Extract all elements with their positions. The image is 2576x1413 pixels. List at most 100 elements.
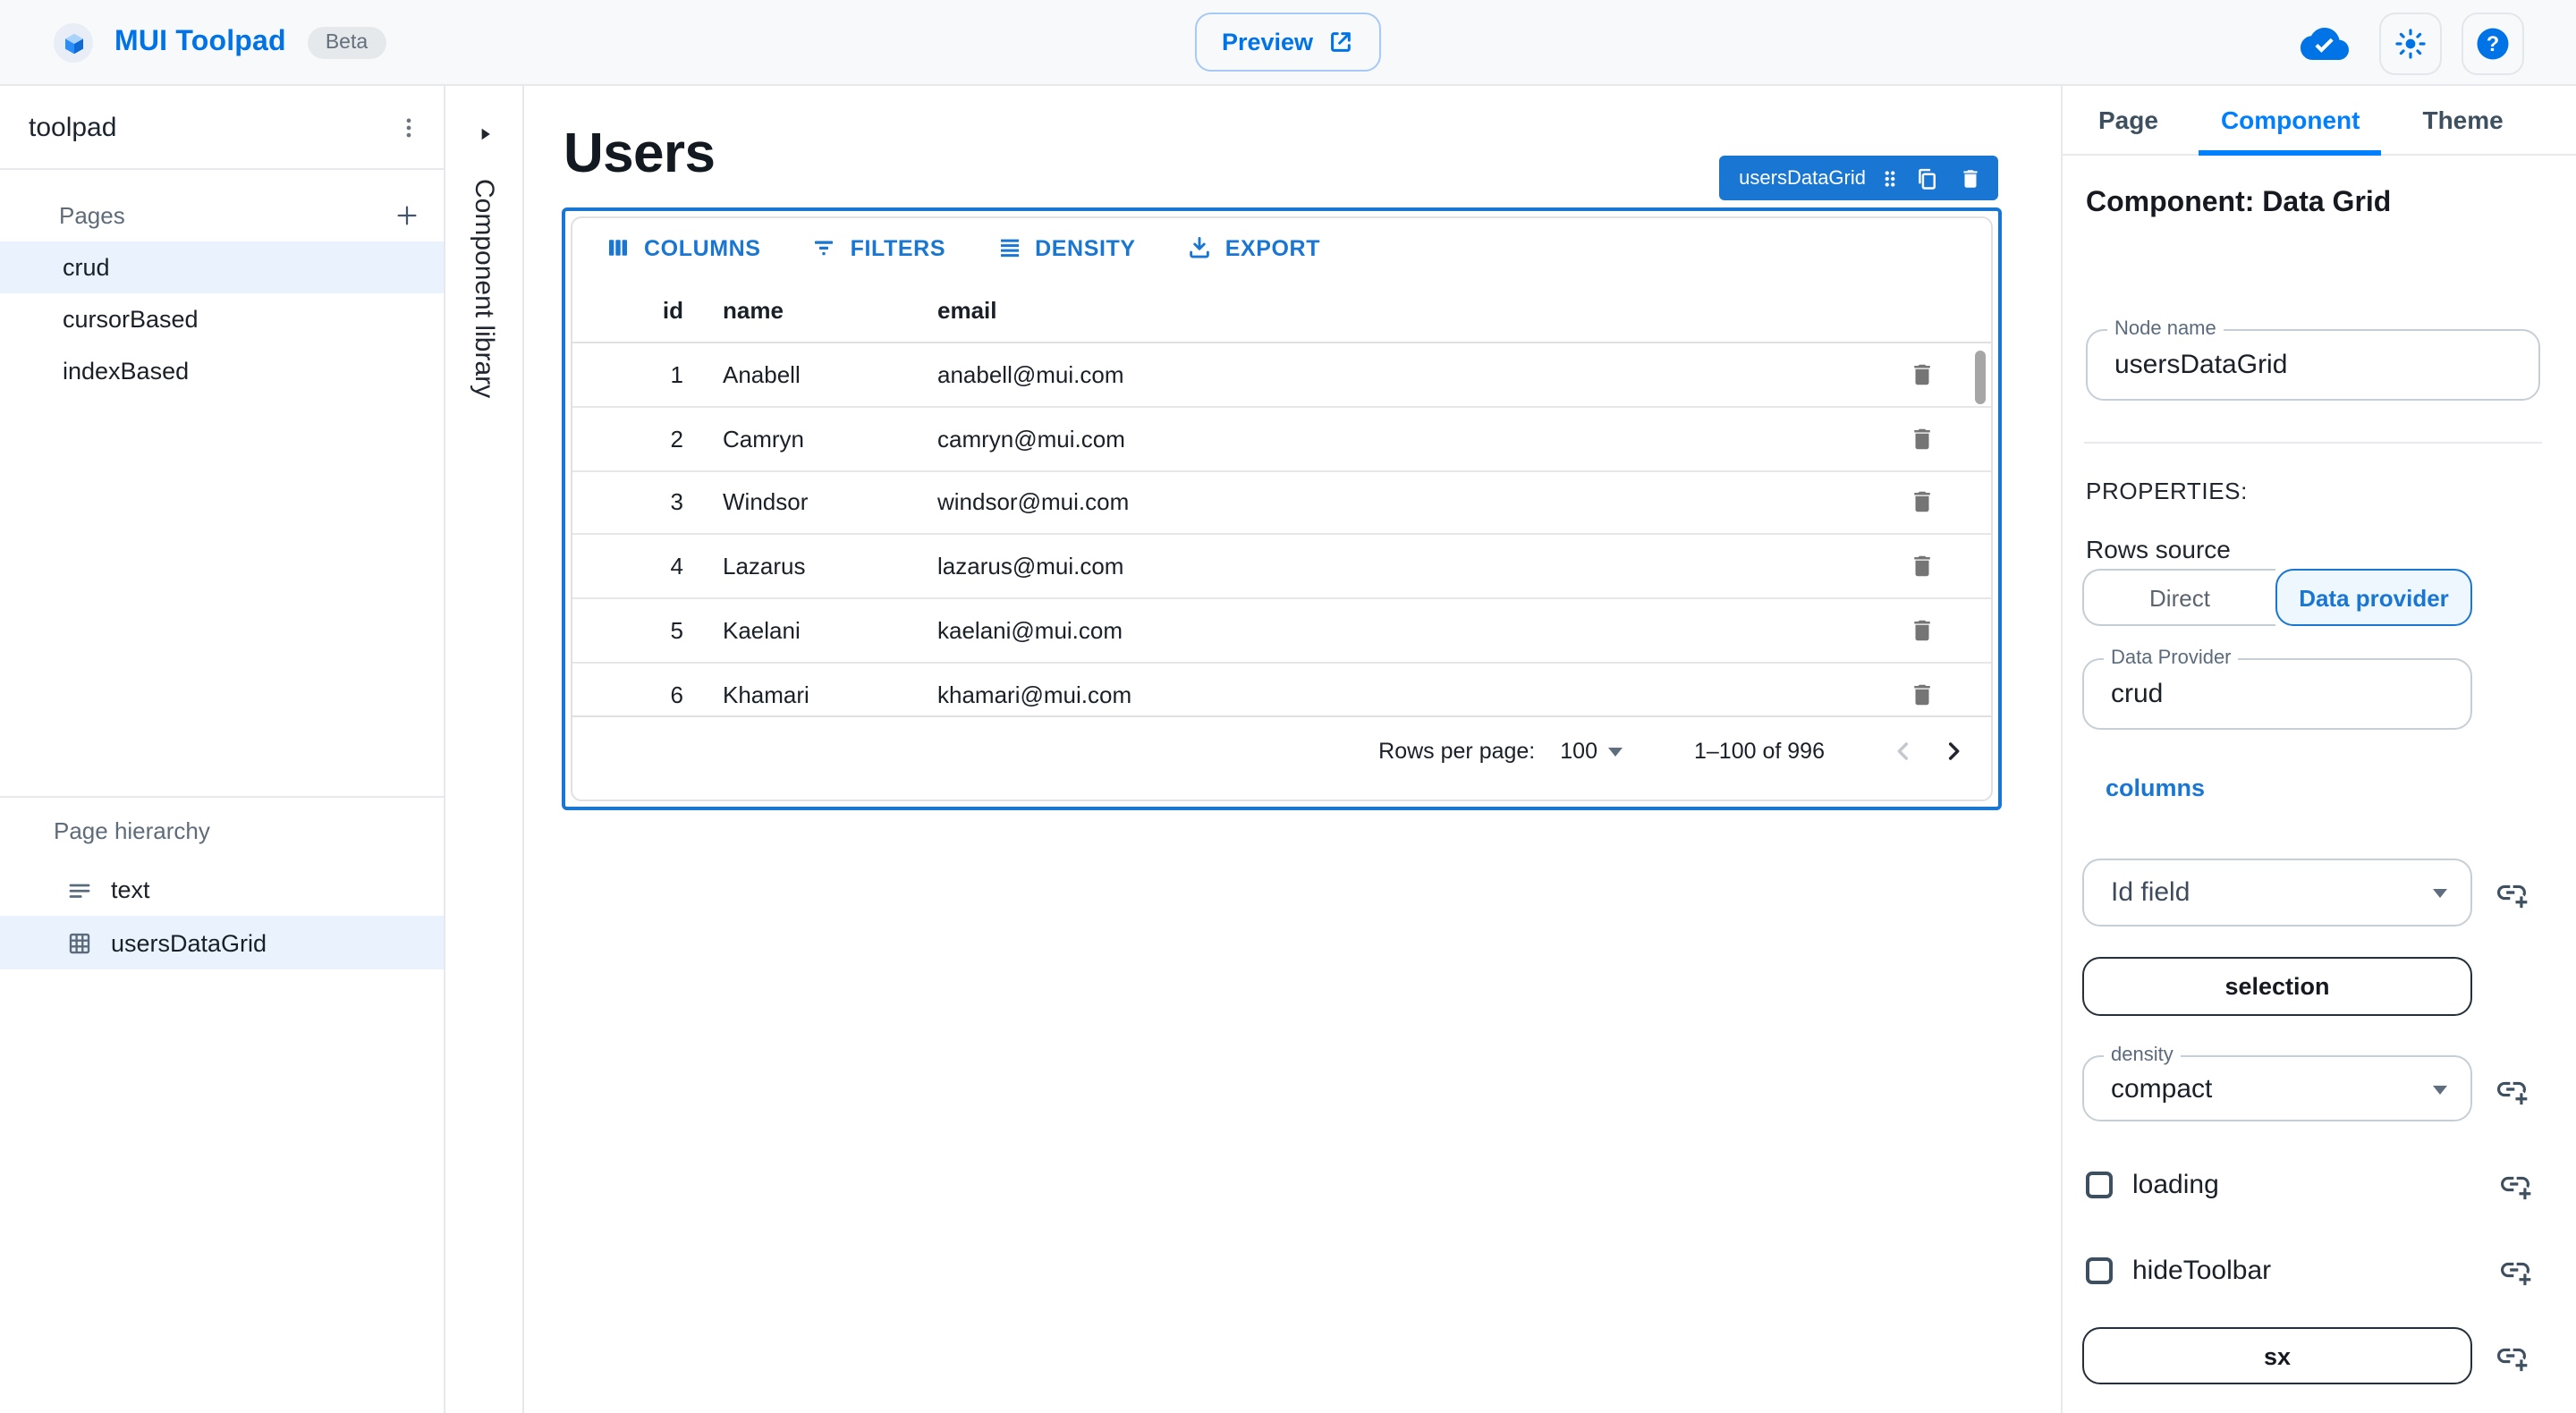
selection-row: selection — [2082, 957, 2544, 1016]
cell-id: 4 — [572, 554, 683, 580]
column-header-id[interactable]: id — [572, 296, 683, 323]
delete-row-icon[interactable] — [1909, 361, 1936, 388]
table-row[interactable]: 3 Windsor windsor@mui.com — [572, 471, 1991, 536]
rows-per-page-label: Rows per page: — [1378, 739, 1535, 764]
chevron-down-icon — [1608, 747, 1623, 756]
hierarchy-node-usersdatagrid[interactable]: usersDataGrid — [0, 916, 444, 969]
bind-id-field-icon[interactable] — [2494, 875, 2529, 910]
pages-label: Pages — [59, 201, 125, 228]
hide-toolbar-label: hideToolbar — [2132, 1255, 2271, 1285]
explorer-sidebar: toolpad Pages crud cursorBased indexBase… — [0, 86, 445, 1413]
cell-email: windsor@mui.com — [937, 489, 1909, 516]
table-row[interactable]: 4 Lazarus lazarus@mui.com — [572, 536, 1991, 600]
grid-scrollbar[interactable] — [1975, 351, 1986, 404]
columns-link[interactable]: columns — [2106, 774, 2205, 801]
column-header-name[interactable]: name — [723, 296, 937, 323]
density-label: density — [2104, 1045, 2181, 1066]
drag-indicator-icon[interactable] — [1878, 165, 1902, 190]
cell-id: 3 — [572, 489, 683, 516]
project-header: toolpad — [0, 86, 444, 170]
filter-icon — [811, 234, 838, 261]
id-field-value: Id field — [2111, 877, 2190, 908]
next-page-button[interactable] — [1939, 737, 1968, 766]
grid-export-button[interactable]: EXPORT — [1186, 234, 1320, 261]
bind-density-icon[interactable] — [2494, 1070, 2529, 1106]
sidebar-page-crud[interactable]: crud — [0, 241, 444, 293]
rows-per-page-select[interactable]: 100 — [1560, 739, 1623, 764]
hide-toolbar-checkbox[interactable] — [2086, 1256, 2113, 1283]
cell-id: 6 — [572, 681, 683, 708]
table-row[interactable]: 5 Kaelani kaelani@mui.com — [572, 599, 1991, 664]
rows-source-data-provider-button[interactable]: Data provider — [2275, 569, 2472, 626]
node-name-value: usersDataGrid — [2114, 350, 2287, 380]
previous-page-button[interactable] — [1889, 737, 1918, 766]
cell-name: Kaelani — [723, 617, 937, 644]
hierarchy-node-label: usersDataGrid — [111, 929, 267, 956]
delete-row-icon[interactable] — [1909, 489, 1936, 516]
tab-theme[interactable]: Theme — [2401, 85, 2524, 155]
tab-page[interactable]: Page — [2077, 85, 2180, 155]
hierarchy-node-text[interactable]: text — [0, 862, 444, 916]
expand-library-chevron-icon[interactable] — [475, 123, 493, 145]
selection-button-label: selection — [2224, 973, 2329, 1000]
page-title: Users — [564, 122, 715, 186]
grid-filters-button[interactable]: FILTERS — [811, 234, 946, 261]
table-row[interactable]: 6 Khamari khamari@mui.com — [572, 664, 1991, 715]
sidebar-page-cursorbased[interactable]: cursorBased — [0, 293, 444, 345]
theme-mode-button[interactable] — [2379, 12, 2442, 74]
sx-button[interactable]: sx — [2082, 1327, 2472, 1384]
grid-density-button[interactable]: DENSITY — [996, 234, 1136, 261]
data-provider-field[interactable]: Data Provider crud — [2082, 658, 2472, 730]
help-button[interactable]: ? — [2462, 12, 2524, 74]
svg-text:?: ? — [2487, 32, 2499, 55]
tab-component[interactable]: Component — [2199, 85, 2382, 155]
columns-icon — [605, 234, 631, 261]
density-row: density compact — [2082, 1055, 2544, 1121]
selection-button[interactable]: selection — [2082, 957, 2472, 1016]
hierarchy-node-label: text — [111, 876, 150, 902]
text-icon — [66, 876, 93, 902]
tab-label: Theme — [2422, 106, 2503, 134]
rows-source-label: Rows source — [2086, 535, 2231, 563]
top-bar: MUI Toolpad Beta Preview — [0, 0, 2576, 86]
duplicate-icon[interactable] — [1914, 165, 1939, 190]
grid-toolbar-label: EXPORT — [1225, 235, 1320, 260]
cell-email: anabell@mui.com — [937, 361, 1909, 388]
delete-component-icon[interactable] — [1959, 165, 1982, 190]
mui-toolpad-logo-icon — [54, 23, 93, 63]
component-library-strip: Component library — [445, 86, 524, 1413]
toolpad-editor: MUI Toolpad Beta Preview — [0, 0, 2576, 1413]
delete-row-icon[interactable] — [1909, 425, 1936, 452]
cell-id: 2 — [572, 425, 683, 452]
tab-label: Page — [2098, 106, 2158, 134]
rows-source-direct-button[interactable]: Direct — [2082, 569, 2275, 626]
inspector-body: Component: Data Grid Node name usersData… — [2063, 156, 2576, 1413]
id-field-select[interactable]: Id field — [2082, 859, 2472, 926]
toggle-label: Direct — [2149, 584, 2210, 611]
sidebar-page-indexbased[interactable]: indexBased — [0, 345, 444, 397]
delete-row-icon[interactable] — [1909, 681, 1936, 708]
selection-chip[interactable]: usersDataGrid — [1719, 156, 1998, 200]
add-page-icon[interactable] — [394, 201, 420, 228]
bind-sx-icon[interactable] — [2494, 1338, 2529, 1374]
preview-button[interactable]: Preview — [1195, 13, 1381, 72]
project-menu-kebab-icon[interactable] — [395, 114, 422, 140]
page-canvas: Users usersDataGrid — [524, 86, 2061, 1413]
density-select[interactable]: density compact — [2082, 1055, 2472, 1121]
delete-row-icon[interactable] — [1909, 554, 1936, 580]
delete-row-icon[interactable] — [1909, 617, 1936, 644]
component-library-label: Component library — [469, 179, 499, 398]
beta-badge: Beta — [308, 27, 386, 59]
column-header-email[interactable]: email — [937, 296, 1991, 323]
node-name-field[interactable]: Node name usersDataGrid — [2086, 329, 2540, 401]
bind-loading-icon[interactable] — [2497, 1166, 2533, 1202]
table-row[interactable]: 1 Anabell anabell@mui.com — [572, 343, 1991, 408]
table-row[interactable]: 2 Camryn camryn@mui.com — [572, 408, 1991, 472]
loading-checkbox[interactable] — [2086, 1171, 2113, 1197]
hide-toolbar-row: hideToolbar — [2086, 1252, 2544, 1288]
grid-columns-button[interactable]: COLUMNS — [605, 234, 761, 261]
selection-chip-label: usersDataGrid — [1739, 167, 1866, 189]
cell-name: Lazarus — [723, 554, 937, 580]
bind-hide-toolbar-icon[interactable] — [2497, 1252, 2533, 1288]
selected-component-frame[interactable]: COLUMNS FILTERS — [562, 207, 2002, 810]
